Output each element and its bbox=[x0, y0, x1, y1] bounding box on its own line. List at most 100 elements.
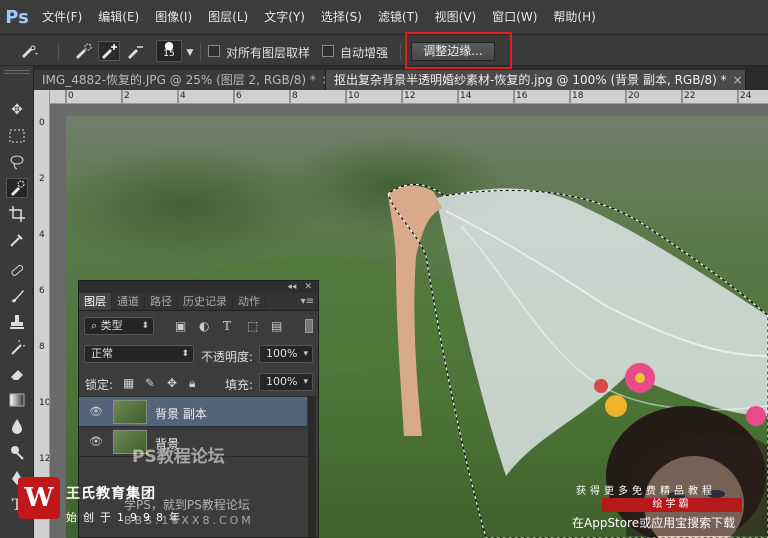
lock-image-pixels-icon[interactable]: ✎ bbox=[145, 376, 155, 390]
close-icon[interactable]: × bbox=[733, 73, 743, 87]
menu-file[interactable]: 文件(F) bbox=[34, 0, 90, 34]
forum-url-watermark: BBS.16XX8.COM bbox=[124, 514, 254, 527]
type-filter-icon[interactable]: T bbox=[223, 319, 231, 333]
menu-edit[interactable]: 编辑(E) bbox=[90, 0, 147, 34]
chevron-down-icon: ▾ bbox=[303, 349, 308, 359]
horizontal-ruler[interactable]: 0 2 4 6 8 10 12 14 16 18 20 22 24 bbox=[50, 90, 768, 104]
marquee-tool-icon[interactable] bbox=[6, 126, 28, 146]
menu-bar: Ps 文件(F) 编辑(E) 图像(I) 图层(L) 文字(Y) 选择(S) 滤… bbox=[0, 0, 768, 34]
new-selection-brush-icon[interactable] bbox=[72, 41, 94, 61]
menu-view[interactable]: 视图(V) bbox=[427, 0, 485, 34]
close-panel-icon[interactable]: ✕ bbox=[304, 282, 312, 292]
tab-layers[interactable]: 图层 bbox=[79, 293, 112, 310]
options-bar: ● 15 ▼ 对所有图层取样 自动增强 调整边缘... bbox=[0, 34, 768, 66]
brush-tool-icon[interactable] bbox=[6, 286, 28, 306]
pixel-filter-icon[interactable]: ▣ bbox=[175, 319, 186, 333]
move-tool-icon[interactable]: ✥ bbox=[6, 100, 28, 120]
toolbar-grip[interactable] bbox=[4, 70, 30, 74]
menu-type[interactable]: 文字(Y) bbox=[256, 0, 313, 34]
fill-field[interactable]: 100% ▾ bbox=[259, 373, 313, 391]
auto-enhance-label: 自动增强 bbox=[340, 46, 389, 60]
lock-position-icon[interactable]: ✥ bbox=[167, 376, 177, 390]
ruler-label: 10 bbox=[39, 398, 50, 408]
opacity-value: 100% bbox=[266, 347, 298, 360]
healing-brush-tool-icon[interactable] bbox=[6, 260, 28, 280]
shape-filter-icon[interactable]: ⬚ bbox=[247, 319, 258, 333]
ruler-label: 20 bbox=[628, 91, 640, 101]
smart-object-filter-icon[interactable]: ▤ bbox=[271, 319, 282, 333]
search-icon: ⌕ bbox=[91, 319, 101, 332]
tab-label: 抠出复杂背景半透明婚纱素材-恢复的.jpg @ 100% (背景 副本, RGB… bbox=[334, 73, 727, 87]
opacity-label: 不透明度: bbox=[201, 350, 254, 364]
layers-scrollbar[interactable] bbox=[308, 397, 316, 537]
ruler-label: 24 bbox=[740, 91, 752, 101]
eye-visibility-icon[interactable]: 👁︎ bbox=[89, 405, 103, 418]
menu-help[interactable]: 帮助(H) bbox=[545, 0, 603, 34]
ruler-label: 12 bbox=[404, 91, 416, 101]
blend-row: 正常 ⬍ 不透明度: 100% ▾ bbox=[79, 341, 318, 369]
app-name-badge: 绘学霸 bbox=[602, 498, 742, 512]
lasso-tool-icon[interactable] bbox=[6, 152, 28, 172]
auto-enhance-checkbox[interactable] bbox=[322, 45, 334, 57]
tab-paths[interactable]: 路径 bbox=[145, 293, 178, 310]
layer-name: 背景 副本 bbox=[155, 407, 207, 421]
brush-size-picker[interactable]: ● 15 bbox=[156, 39, 182, 62]
lock-all-icon[interactable]: 🔒︎ bbox=[189, 376, 195, 391]
fill-label: 填充: bbox=[225, 378, 254, 392]
menu-filter[interactable]: 滤镜(T) bbox=[370, 0, 427, 34]
app-download-text: 在AppStore或应用宝搜索下载 bbox=[572, 516, 736, 530]
tab-history[interactable]: 历史记录 bbox=[178, 293, 233, 310]
chevron-down-icon: ⬍ bbox=[141, 321, 149, 331]
brush-dropdown-arrow-icon[interactable]: ▼ bbox=[184, 43, 196, 63]
quick-selection-tool-icon[interactable] bbox=[6, 178, 28, 198]
history-brush-tool-icon[interactable] bbox=[6, 338, 28, 358]
blur-tool-icon[interactable] bbox=[6, 416, 28, 436]
lock-label: 锁定: bbox=[85, 378, 114, 392]
menu-window[interactable]: 窗口(W) bbox=[484, 0, 545, 34]
eraser-tool-icon[interactable] bbox=[6, 364, 28, 384]
layer-row[interactable]: 👁︎ 背景 副本 bbox=[79, 397, 307, 427]
watermark-app: 获得更多免费精品教程 绘学霸 在AppStore或应用宝搜索下载 bbox=[572, 480, 768, 538]
tab-img-4882[interactable]: IMG_4882-恢复的.JPG @ 25% (图层 2, RGB/8) *× bbox=[34, 70, 326, 90]
collapse-panel-icon[interactable]: ◂◂ bbox=[287, 282, 296, 292]
separator bbox=[400, 43, 401, 61]
layer-filter-select[interactable]: ⌕ 类型 ⬍ bbox=[84, 317, 154, 335]
chevron-down-icon: ▾ bbox=[303, 377, 308, 387]
ruler-label: 16 bbox=[516, 91, 528, 101]
subtract-selection-brush-icon[interactable] bbox=[124, 41, 146, 61]
panel-menu-icon[interactable]: ▾≡ bbox=[301, 293, 318, 310]
refine-edge-button[interactable]: 调整边缘... bbox=[411, 42, 495, 61]
ruler-label: 6 bbox=[236, 91, 242, 101]
crop-tool-icon[interactable] bbox=[6, 204, 28, 224]
quick-select-preset-icon[interactable] bbox=[18, 41, 40, 61]
company-logo: W bbox=[18, 477, 60, 519]
menu-layer[interactable]: 图层(L) bbox=[200, 0, 256, 34]
adjustment-filter-icon[interactable]: ◐ bbox=[199, 319, 209, 333]
fill-value: 100% bbox=[266, 375, 298, 388]
panel-titlebar[interactable]: ◂◂ ✕ bbox=[79, 281, 318, 293]
gradient-tool-icon[interactable] bbox=[6, 390, 28, 410]
tab-actions[interactable]: 动作 bbox=[233, 293, 266, 310]
app-promo-text: 获得更多免费精品教程 bbox=[576, 486, 716, 497]
eye-visibility-icon[interactable]: 👁︎ bbox=[89, 435, 103, 448]
panel-tabs: 图层 通道 路径 历史记录 动作 ▾≡ bbox=[79, 293, 318, 311]
forum-slogan-watermark: 学PS，就到PS教程论坛 bbox=[124, 498, 250, 512]
add-to-selection-brush-icon[interactable] bbox=[98, 41, 120, 61]
filter-toggle-icon[interactable] bbox=[305, 319, 313, 333]
document-tabs: IMG_4882-恢复的.JPG @ 25% (图层 2, RGB/8) *× … bbox=[34, 70, 768, 90]
eyedropper-tool-icon[interactable] bbox=[6, 230, 28, 250]
ruler-label: 10 bbox=[348, 91, 360, 101]
clone-stamp-tool-icon[interactable] bbox=[6, 312, 28, 332]
sample-all-layers-checkbox[interactable] bbox=[208, 45, 220, 57]
tab-channels[interactable]: 通道 bbox=[112, 293, 145, 310]
opacity-field[interactable]: 100% ▾ bbox=[259, 345, 313, 363]
ruler-label: 14 bbox=[460, 91, 472, 101]
tab-veil-material[interactable]: 抠出复杂背景半透明婚纱素材-恢复的.jpg @ 100% (背景 副本, RGB… bbox=[326, 70, 746, 90]
filter-kind-value: 类型 bbox=[100, 319, 123, 332]
menu-select[interactable]: 选择(S) bbox=[313, 0, 370, 34]
menu-image[interactable]: 图像(I) bbox=[147, 0, 200, 34]
blend-mode-select[interactable]: 正常 ⬍ bbox=[84, 345, 194, 363]
ruler-label: 2 bbox=[124, 91, 130, 101]
ruler-label: 6 bbox=[39, 286, 45, 296]
lock-transparent-pixels-icon[interactable]: ▦ bbox=[123, 376, 134, 390]
